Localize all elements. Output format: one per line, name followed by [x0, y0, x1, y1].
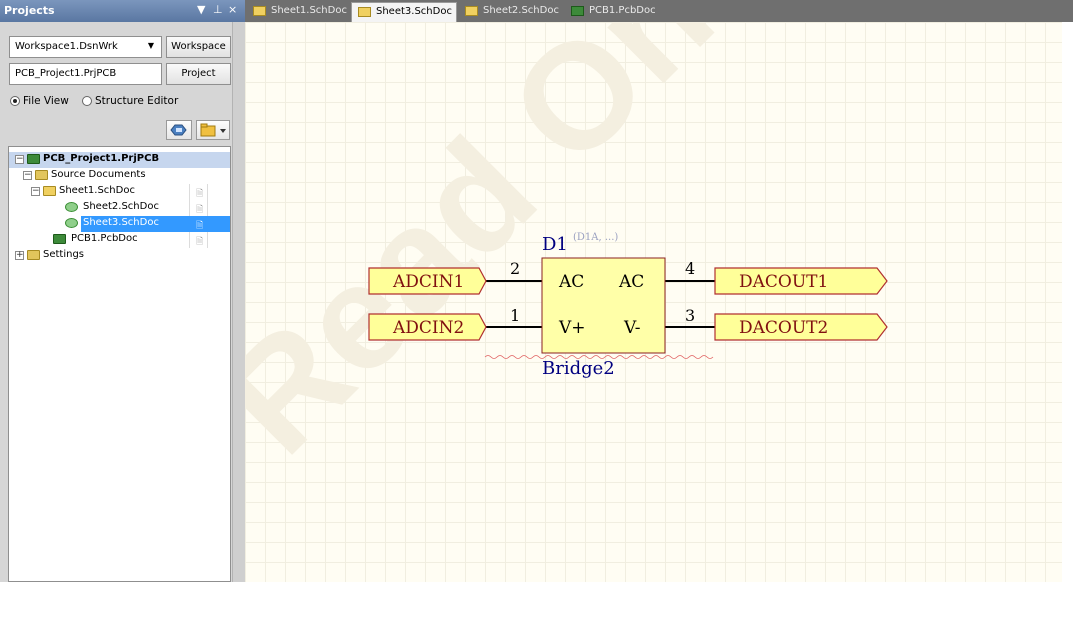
- projects-panel: Projects ▼ ⊥ × Workspace1.DsnWrk ▼ Works…: [0, 0, 245, 582]
- column-divider: [207, 200, 208, 216]
- schematic-canvas[interactable]: Read Only D1 (D1A, ...) Bridge2 2 1 4 3 …: [245, 22, 1062, 582]
- tab-sheet1[interactable]: Sheet1.SchDoc: [247, 2, 349, 22]
- pin-name-ac-left: AC: [558, 272, 584, 292]
- workspace-value: Workspace1.DsnWrk: [15, 41, 118, 52]
- tree-label-pcb1: PCB1.PcbDoc: [71, 233, 138, 244]
- column-divider: [207, 184, 208, 200]
- folder-icon: [27, 250, 40, 260]
- compile-icon: [170, 124, 187, 136]
- pin-name-vminus: V-: [623, 318, 640, 338]
- pin-icon[interactable]: ⊥: [213, 3, 223, 16]
- pcb-doc-icon: [571, 6, 584, 16]
- pcb-doc-icon: [53, 234, 66, 244]
- file-view-label: File View: [23, 95, 69, 107]
- workspace-button[interactable]: Workspace: [166, 36, 231, 58]
- panel-title: Projects: [4, 4, 55, 17]
- column-divider: [189, 200, 190, 216]
- tab-pcb1[interactable]: PCB1.PcbDoc: [565, 2, 665, 22]
- tree-row-sheet1[interactable]: − Sheet1.SchDoc 🗎: [9, 184, 230, 200]
- tab-label: Sheet1.SchDoc: [271, 5, 347, 16]
- pcb-project-icon: [27, 154, 40, 164]
- tab-label: Sheet2.SchDoc: [483, 5, 559, 16]
- expand-icon[interactable]: +: [15, 251, 24, 260]
- pin-number-3: 3: [685, 306, 695, 325]
- port-label-adcin1: ADCIN1: [392, 272, 464, 292]
- file-view-radio[interactable]: File View: [10, 95, 69, 107]
- port-label-adcin2: ADCIN2: [392, 318, 464, 338]
- project-button[interactable]: Project: [166, 63, 231, 85]
- collapse-icon[interactable]: −: [31, 187, 40, 196]
- pin-name-vplus: V+: [558, 318, 586, 338]
- structure-editor-label: Structure Editor: [95, 95, 179, 107]
- port-label-dacout2: DACOUT2: [739, 318, 828, 338]
- panel-header: Projects ▼ ⊥ ×: [0, 0, 245, 22]
- tree-row-source-documents[interactable]: − Source Documents: [9, 168, 230, 184]
- schematic-drawing: Read Only D1 (D1A, ...) Bridge2 2 1 4 3 …: [245, 22, 888, 485]
- tree-row-sheet2[interactable]: Sheet2.SchDoc 🗎: [9, 200, 230, 216]
- column-divider: [189, 232, 190, 248]
- project-tree: − PCB_Project1.PrjPCB − Source Documents…: [8, 146, 231, 582]
- tree-label-source-documents: Source Documents: [51, 169, 146, 180]
- column-divider: [189, 184, 190, 200]
- tree-row-sheet3[interactable]: Sheet3.SchDoc 🗎: [9, 216, 230, 232]
- tree-label-sheet3: Sheet3.SchDoc: [83, 217, 159, 228]
- sheet-reference-icon: [65, 202, 78, 212]
- schematic-doc-icon: [358, 7, 371, 17]
- tab-sheet3[interactable]: Sheet3.SchDoc: [351, 2, 457, 22]
- read-only-watermark: Read Only: [245, 22, 832, 485]
- tree-row-pcb1[interactable]: PCB1.PcbDoc 🗎: [9, 232, 230, 248]
- tree-label-sheet1: Sheet1.SchDoc: [59, 185, 135, 196]
- folder-icon: [35, 170, 48, 180]
- pin-number-4: 4: [685, 259, 695, 278]
- collapse-icon[interactable]: −: [15, 155, 24, 164]
- tree-row-settings[interactable]: + Settings: [9, 248, 230, 264]
- workspace-dropdown[interactable]: Workspace1.DsnWrk ▼: [9, 36, 162, 58]
- document-tab-bar: Sheet1.SchDoc Sheet3.SchDoc Sheet2.SchDo…: [245, 0, 1073, 22]
- tree-label-sheet2: Sheet2.SchDoc: [83, 201, 159, 212]
- sheet-reference-icon: [65, 218, 78, 228]
- component-comment[interactable]: Bridge2: [542, 358, 615, 379]
- schematic-doc-icon: [43, 186, 56, 196]
- tree-label-project: PCB_Project1.PrjPCB: [43, 153, 160, 164]
- tab-label: Sheet3.SchDoc: [376, 6, 452, 17]
- radio-unselected-icon: [82, 96, 92, 106]
- port-label-dacout1: DACOUT1: [739, 272, 828, 292]
- close-icon[interactable]: ×: [228, 3, 237, 16]
- structure-editor-radio[interactable]: Structure Editor: [82, 95, 178, 107]
- schematic-doc-icon: [253, 6, 266, 16]
- folder-options-icon: [200, 123, 226, 137]
- pin-name-ac-right: AC: [618, 272, 644, 292]
- collapse-icon[interactable]: −: [23, 171, 32, 180]
- component-designator[interactable]: D1: [542, 234, 568, 255]
- schematic-doc-icon: [465, 6, 478, 16]
- pin-number-1: 1: [510, 306, 520, 325]
- panel-splitter[interactable]: [232, 22, 245, 582]
- tree-label-settings: Settings: [43, 249, 85, 260]
- folder-options-button[interactable]: [196, 120, 230, 140]
- project-field[interactable]: PCB_Project1.PrjPCB: [9, 63, 162, 85]
- component-part-hint: (D1A, ...): [573, 232, 618, 243]
- tab-label: PCB1.PcbDoc: [589, 5, 656, 16]
- panel-menu-icon[interactable]: ▼: [197, 3, 205, 16]
- column-divider: [207, 232, 208, 248]
- chevron-down-icon: ▼: [147, 41, 154, 50]
- tree-row-project[interactable]: − PCB_Project1.PrjPCB: [9, 152, 230, 168]
- radio-selected-icon: [10, 96, 20, 106]
- pin-number-2: 2: [510, 259, 520, 278]
- tab-sheet2[interactable]: Sheet2.SchDoc: [459, 2, 563, 22]
- compile-button[interactable]: [166, 120, 192, 140]
